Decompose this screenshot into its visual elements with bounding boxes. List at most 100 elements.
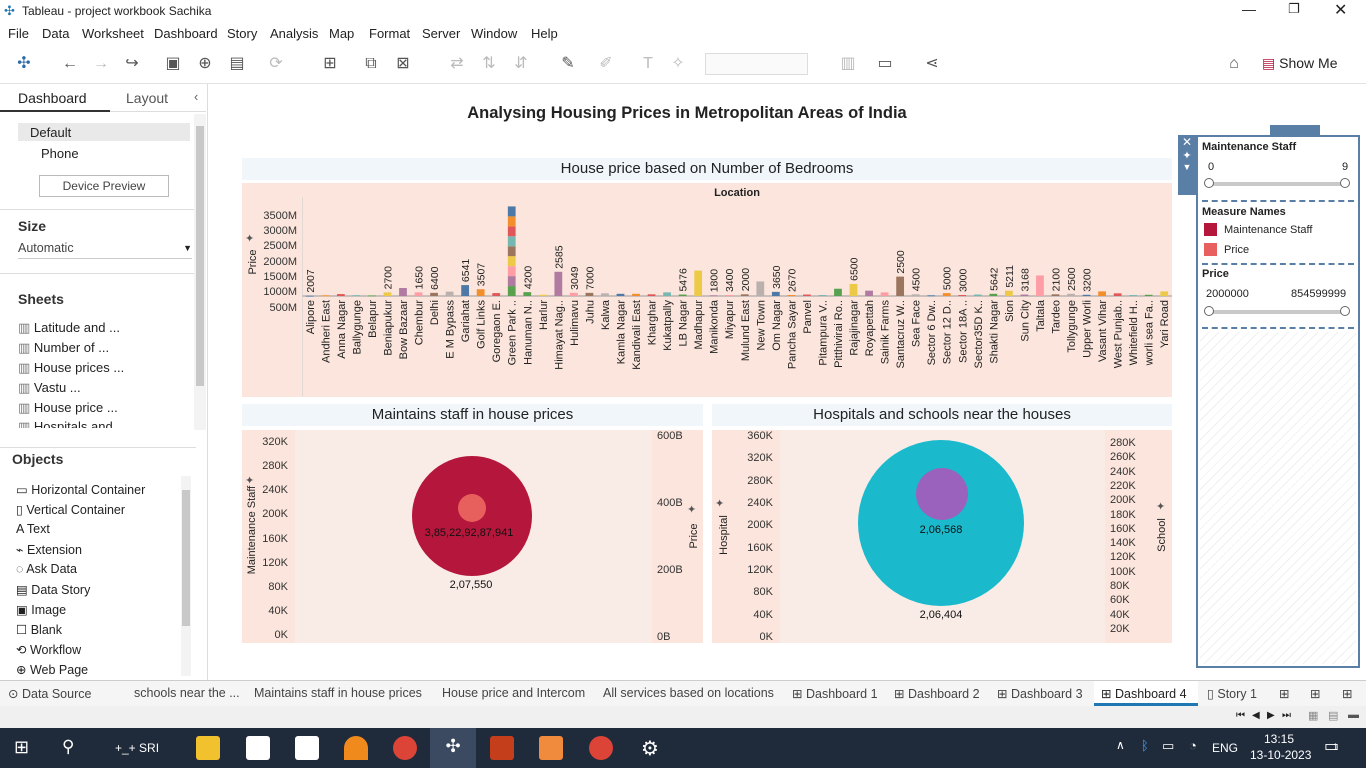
menu-analysis[interactable]: Analysis [270, 26, 318, 41]
last-page-icon[interactable]: ⏭ [1282, 710, 1291, 721]
bar[interactable] [1113, 293, 1122, 296]
bar[interactable] [927, 295, 936, 297]
sheet-item[interactable]: ▥ House price ... [18, 400, 118, 416]
bar[interactable] [632, 293, 640, 296]
close-icon[interactable]: ✕ [1178, 135, 1196, 149]
fit-dropdown[interactable] [705, 53, 808, 75]
close-button[interactable]: ✕ [1334, 0, 1347, 20]
object-ask-data[interactable]: ◌ Ask Data [16, 562, 77, 576]
objects-scrollbar[interactable] [181, 476, 191, 676]
new-story-icon[interactable]: ⊞ [1342, 686, 1352, 701]
replay-icon[interactable]: ↪ [122, 54, 142, 74]
bluetooth-icon[interactable]: ᛒ [1141, 738, 1149, 753]
tab-sheet[interactable]: schools near the ... [134, 686, 240, 700]
bar[interactable] [942, 293, 951, 296]
left-scrollbar[interactable] [194, 114, 206, 430]
wifi-icon[interactable]: ◔ [1189, 738, 1197, 753]
price-mark[interactable] [458, 494, 486, 522]
save-icon[interactable]: ▣ [163, 54, 183, 74]
prev-page-icon[interactable]: ◀ [1252, 710, 1260, 721]
bar-segment[interactable] [507, 246, 516, 257]
tab-data-source[interactable]: ⊙ Data Source [8, 686, 91, 701]
app-icon[interactable] [246, 736, 270, 760]
menu-format[interactable]: Format [369, 26, 410, 41]
taskbar-user[interactable]: +_+ SRI [115, 741, 159, 755]
pin-icon[interactable]: ✦ [1156, 500, 1165, 513]
tab-dashboard[interactable]: ⊞ Dashboard 2 [894, 686, 980, 701]
tab-dashboard[interactable]: ⊞ Dashboard 1 [792, 686, 878, 701]
device-phone[interactable]: Phone [41, 146, 79, 161]
new-datasource-icon[interactable]: ⊕ [195, 54, 215, 74]
slider-handle-min[interactable] [1204, 178, 1214, 188]
bar-segment[interactable] [507, 236, 516, 247]
sheet-item[interactable]: ▥ Latitude and ... [18, 320, 120, 336]
object-workflow[interactable]: ⟲ Workflow [16, 642, 81, 657]
bar[interactable] [803, 294, 811, 296]
clear-sheet-icon[interactable]: ⊠ [393, 54, 413, 74]
bar[interactable] [383, 292, 392, 296]
network-icon[interactable]: ▭ [1162, 738, 1174, 754]
bar[interactable] [647, 294, 656, 296]
object-image[interactable]: ▣ Image [16, 602, 66, 617]
bar[interactable] [601, 293, 609, 296]
menu-story[interactable]: Story [227, 26, 257, 41]
bar[interactable] [787, 295, 796, 297]
tab-dashboard[interactable]: Dashboard [0, 84, 110, 112]
bar-segment[interactable] [507, 216, 516, 227]
pin-icon[interactable]: ✦ [245, 232, 254, 245]
collapse-icon[interactable]: ‹ [194, 89, 198, 104]
bar-segment[interactable] [507, 286, 516, 296]
highlight-icon[interactable]: ✎ [558, 54, 578, 74]
bar[interactable] [554, 271, 563, 296]
file-explorer-icon[interactable] [196, 736, 220, 760]
bar[interactable] [740, 294, 749, 296]
size-dropdown[interactable]: Automatic ▼ [18, 241, 192, 259]
chart1-plot[interactable]: 2007 Alipore Andheri East Anna Nagar Ballygu… [302, 197, 1172, 397]
menu-server[interactable]: Server [422, 26, 460, 41]
bar[interactable] [1082, 294, 1091, 296]
menu-worksheet[interactable]: Worksheet [82, 26, 144, 41]
chart3-plot[interactable]: 2,06,568 2,06,404 [780, 430, 1105, 643]
powerpoint-icon[interactable] [490, 736, 514, 760]
device-preview-button[interactable]: Device Preview [39, 175, 169, 197]
tab-dashboard[interactable]: ⊞ Dashboard 3 [997, 686, 1083, 701]
bar[interactable] [756, 281, 765, 296]
bar[interactable] [445, 291, 454, 296]
device-default[interactable]: Default [18, 123, 190, 141]
bar[interactable] [709, 295, 718, 297]
bar[interactable] [430, 292, 438, 296]
school-mark[interactable] [916, 468, 968, 520]
film-strip-icon[interactable]: ▤ [1328, 709, 1338, 722]
menu-file[interactable]: File [8, 26, 29, 41]
bar-segment[interactable] [507, 256, 516, 267]
object-web-page[interactable]: ⊕ Web Page [16, 662, 88, 677]
bar[interactable] [1067, 293, 1075, 296]
slider-handle-max[interactable] [1340, 306, 1350, 316]
menu-dashboard[interactable]: Dashboard [154, 26, 218, 41]
search-icon[interactable]: ⚲ [62, 737, 74, 757]
bar[interactable] [1036, 275, 1044, 296]
share-icon[interactable]: ⋖ [922, 54, 942, 74]
pin-icon[interactable]: ✦ [1178, 149, 1196, 162]
bar[interactable] [616, 293, 625, 296]
bar[interactable] [1160, 291, 1169, 296]
bar[interactable] [1004, 290, 1013, 296]
bar-segment[interactable] [507, 276, 516, 287]
object-extension[interactable]: ⌁ Extension [16, 542, 82, 557]
slider-handle-min[interactable] [1204, 306, 1214, 316]
bar[interactable] [849, 283, 858, 296]
object-vertical-container[interactable]: ▯ Vertical Container [16, 502, 125, 517]
settings-icon[interactable]: ⚙ [638, 736, 662, 760]
object-data-story[interactable]: ▤ Data Story [16, 582, 90, 597]
language-indicator[interactable]: ENG [1212, 741, 1238, 755]
slider-handle-max[interactable] [1340, 178, 1350, 188]
presentation-icon[interactable]: ▭ [875, 54, 895, 74]
clock-date[interactable]: 13-10-2023 [1250, 748, 1311, 762]
bar[interactable] [352, 295, 361, 297]
price-range-slider[interactable] [1204, 306, 1350, 316]
sheet-item[interactable]: ▥ Hospitals and [18, 419, 113, 428]
bar[interactable] [321, 295, 330, 297]
sheet-item[interactable]: ▥ Number of ... [18, 340, 109, 356]
bar[interactable] [1051, 294, 1060, 296]
chrome-icon[interactable] [589, 736, 613, 760]
